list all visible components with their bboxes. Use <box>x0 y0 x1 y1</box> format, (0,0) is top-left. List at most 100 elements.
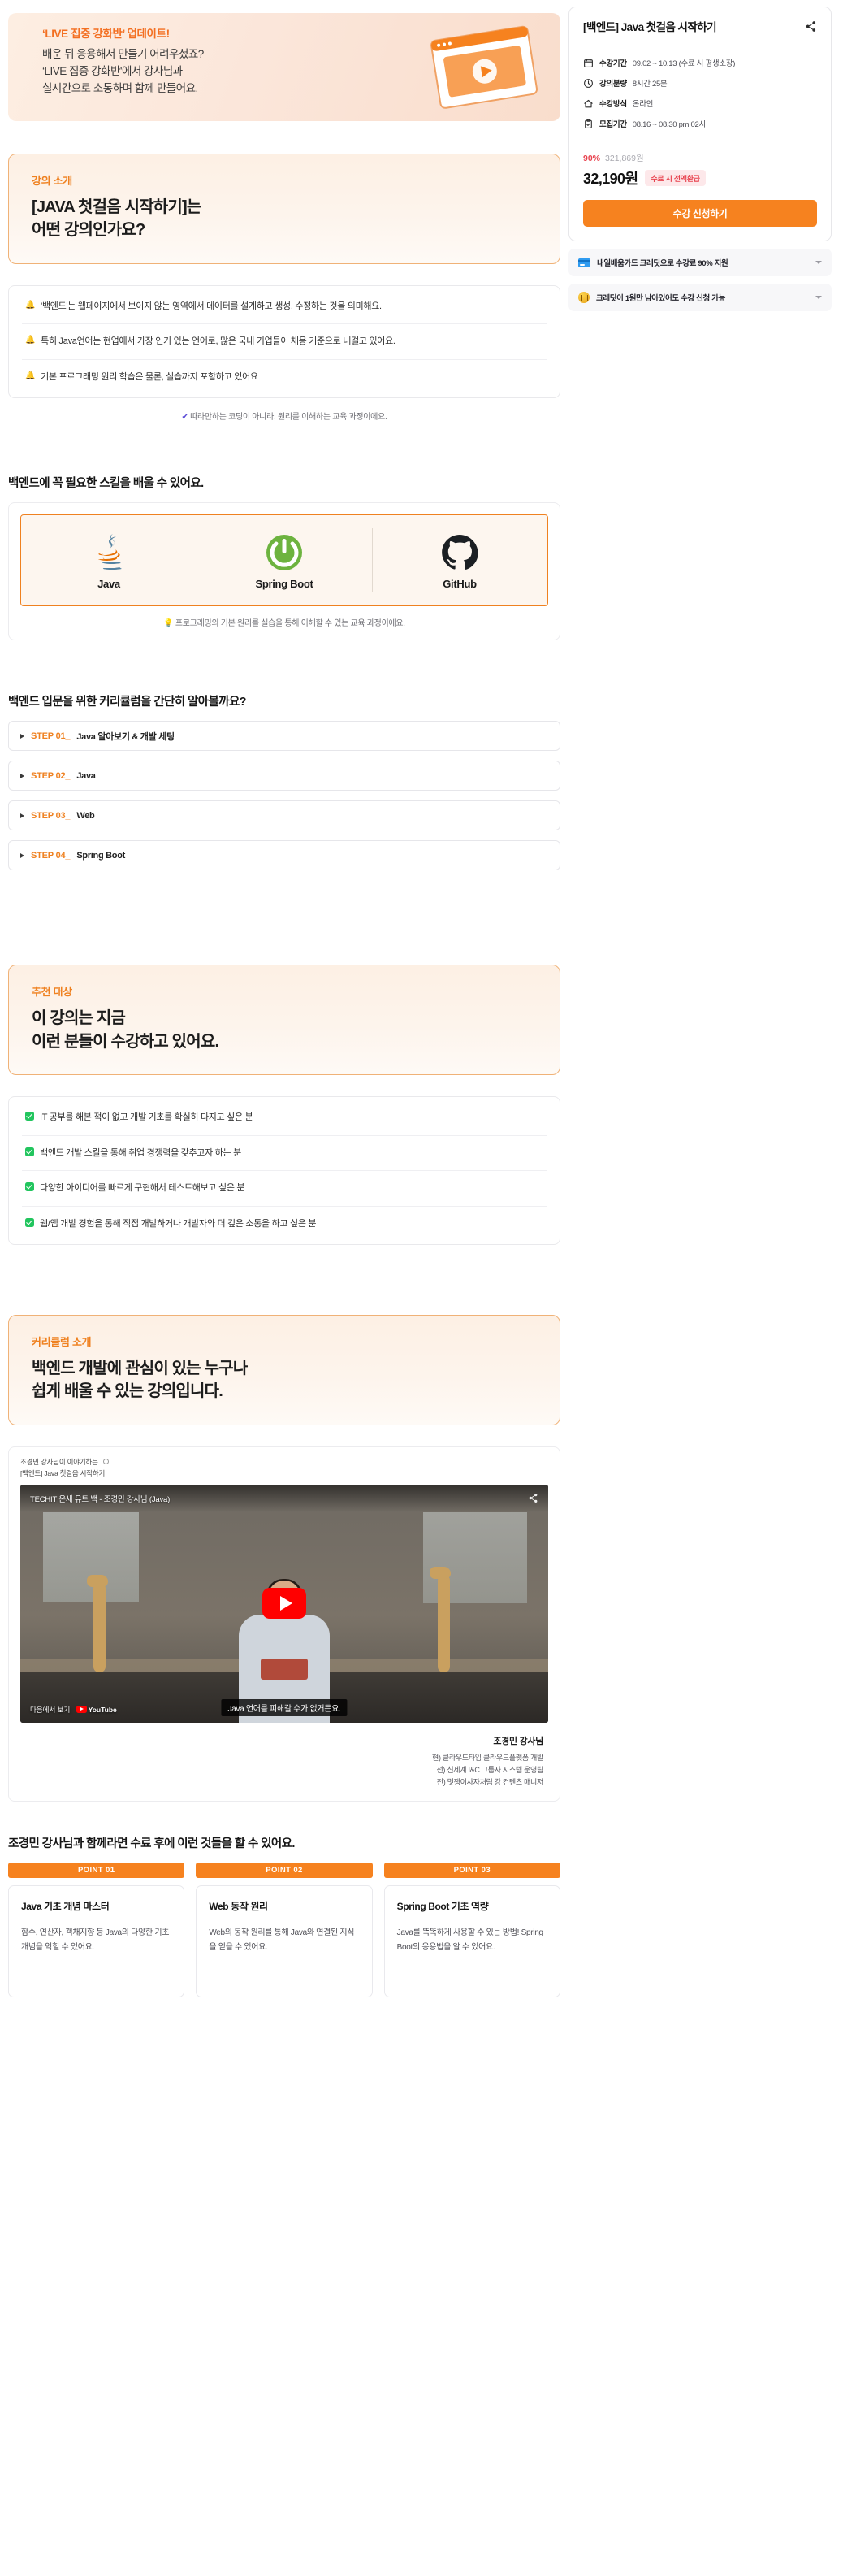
target-audience-header: 추천 대상 이 강의는 지금 이런 분들이 수강하고 있어요. <box>8 965 560 1076</box>
step-label: Java 알아보기 & 개발 세팅 <box>76 731 175 742</box>
share-icon[interactable] <box>528 1493 538 1503</box>
chevron-down-icon[interactable] <box>815 261 822 265</box>
course-summary-header: [백엔드] Java 첫걸음 시작하기 <box>583 20 817 47</box>
check-square-icon <box>25 1147 34 1156</box>
skill-label: Java <box>97 578 120 591</box>
share-icon[interactable] <box>805 20 817 33</box>
watch-on-youtube-link[interactable]: 다음에서 보기: YouTube <box>30 1705 117 1715</box>
list-item: 다양한 아이디어를 빠르게 구현해서 테스트해보고 싶은 분 <box>22 1171 547 1207</box>
course-landing-page: ‘LIVE 집중 강화반’ 업데이트! 배운 뒤 응용해서 만들기 어려우셨죠?… <box>0 0 843 2576</box>
triangle-right-icon <box>20 733 24 739</box>
target-title-line-1: 이 강의는 지금 <box>32 1009 126 1028</box>
info-key: 수강기간 <box>599 59 627 69</box>
video-meta-row: 조경민 강사님이 이야기하는 <box>20 1457 548 1467</box>
skill-item-java: Java <box>21 515 197 605</box>
list-item-label: 백엔드 개발 스킬을 통해 취업 경쟁력을 갖추고자 하는 분 <box>40 1147 241 1158</box>
main-content: ‘LIVE 집중 강화반’ 업데이트! 배운 뒤 응용해서 만들기 어려우셨죠?… <box>0 7 568 1998</box>
skill-label: GitHub <box>443 578 477 591</box>
clock-icon <box>584 78 593 88</box>
bell-icon: 🔔 <box>25 336 36 345</box>
curriculum-step-02[interactable]: STEP 02_ Java <box>8 761 560 791</box>
list-item: IT 공부를 해본 적이 없고 개발 기초를 확실히 다지고 싶은 분 <box>22 1100 547 1136</box>
course-sidebar: [백엔드] Java 첫걸음 시작하기 수강기간 09.02 ~ 10.13 (… <box>568 7 843 312</box>
curriculum-step-03[interactable]: STEP 03_ Web <box>8 800 560 831</box>
benefit-label: 내일배움카드 크레딧으로 수강료 90% 지원 <box>597 259 728 269</box>
point-body: Spring Boot 기초 역량 Java를 똑똑하게 사용할 수 있는 방법… <box>383 1885 560 1998</box>
info-key: 강의분량 <box>599 80 627 89</box>
point-card-02: POINT 02 Web 동작 원리 Web의 동작 원리를 통해 Java와 … <box>196 1863 373 1998</box>
curriculum-step-04[interactable]: STEP 04_ Spring Boot <box>8 840 560 871</box>
intro-title-line-1: [JAVA 첫걸음 시작하기]는 <box>32 198 201 216</box>
info-value: 09.02 ~ 10.13 (수료 시 평생소장) <box>632 59 736 69</box>
point-body: Web 동작 원리 Web의 동작 원리를 통해 Java와 연결된 지식을 얻… <box>196 1885 373 1998</box>
clipboard-icon <box>585 119 592 128</box>
intro-bullet-card: 🔔 '백엔드'는 웹페이지에서 보이지 않는 영역에서 데이터를 설계하고 생성… <box>8 284 560 399</box>
page-title: [백엔드] Java 첫걸음 시작하기 <box>583 21 717 33</box>
curriculum-steps-heading: 백엔드 입문을 위한 커리큘럼을 간단히 알아볼까요? <box>8 696 247 709</box>
benefit-row-coin[interactable]: 크레딧이 1원만 남아있어도 수강 신청 가능 <box>568 284 832 312</box>
point-description: Web의 동작 원리를 통해 Java와 연결된 지식을 얻을 수 있어요. <box>209 1928 355 1952</box>
bell-icon: 🔔 <box>25 300 36 310</box>
points-row: POINT 01 Java 기초 개념 마스터 함수, 연산자, 객채지향 등 … <box>8 1863 560 1998</box>
info-row-format: 수강방식 온라인 <box>583 98 817 109</box>
hero-line-3: 실시간으로 소통하며 함께 만들어요. <box>42 81 198 94</box>
skills-caption: 💡 프로그래밍의 기본 원리를 실습을 통해 이해할 수 있는 교육 과정이에요… <box>20 616 548 628</box>
info-row-duration: 강의분량 8시간 25분 <box>583 77 817 89</box>
check-square-icon <box>25 1182 34 1192</box>
point-card-01: POINT 01 Java 기초 개념 마스터 함수, 연산자, 객채지향 등 … <box>8 1863 185 1998</box>
check-square-icon <box>25 1217 34 1227</box>
enroll-button[interactable]: 수강 신청하기 <box>583 200 817 228</box>
step-number: STEP 01_ <box>31 731 71 741</box>
info-value: 8시간 25분 <box>632 80 668 89</box>
list-item-label: 특히 Java언어는 현업에서 가장 인기 있는 언어로, 많은 국내 기업들이… <box>41 336 396 347</box>
github-logo-icon <box>441 531 478 575</box>
instructor-career-line: 전) 신세계 I&C 그룹사 시스템 운영팀 <box>436 1765 543 1774</box>
point-description: Java를 똑똑하게 사용할 수 있는 방법! Spring Boot의 응용법… <box>396 1928 543 1952</box>
target-audience-card: IT 공부를 해본 적이 없고 개발 기초를 확실히 다지고 싶은 분 백엔드 … <box>8 1096 560 1246</box>
skills-logo-row: Java Spring Boot GitHub <box>20 514 548 607</box>
list-item-label: IT 공부를 해본 적이 없고 개발 기초를 확실히 다지고 싶은 분 <box>40 1112 253 1123</box>
point-card-03: POINT 03 Spring Boot 기초 역량 Java를 똑똑하게 사용… <box>383 1863 560 1998</box>
course-summary-card: [백엔드] Java 첫걸음 시작하기 수강기간 09.02 ~ 10.13 (… <box>568 7 832 242</box>
curriculum-intro-header: 커리큘럼 소개 백엔드 개발에 관심이 있는 누구나 쉽게 배울 수 있는 강의… <box>8 1315 560 1425</box>
step-number: STEP 03_ <box>31 810 71 821</box>
chevron-down-icon[interactable] <box>815 296 822 300</box>
info-key: 모집기간 <box>599 120 627 130</box>
list-item: 🔔 특히 Java언어는 현업에서 가장 인기 있는 언어로, 많은 국내 기업… <box>22 324 547 360</box>
price-block: 90% 321,869원 32,190원 수료 시 전액환급 수강 신청하기 <box>583 141 817 228</box>
hero-banner: ‘LIVE 집중 강화반’ 업데이트! 배운 뒤 응용해서 만들기 어려우셨죠?… <box>8 13 560 121</box>
video-player[interactable]: TECHIT 온새 유트 백 - 조경민 강사님 (Java) 다음에서 보기:… <box>20 1484 548 1723</box>
target-eyebrow: 추천 대상 <box>32 986 72 999</box>
step-number: STEP 04_ <box>31 850 71 861</box>
coin-icon <box>578 292 590 304</box>
intro-caption-text: 따라만하는 코딩이 아니라, 원리를 이해하는 교육 과정이에요. <box>190 413 387 423</box>
point-badge: POINT 02 <box>196 1863 373 1879</box>
curriculum-step-01[interactable]: STEP 01_ Java 알아보기 & 개발 세팅 <box>8 721 560 752</box>
list-item: 🔔 기본 프로그래밍 원리 학습은 물론, 실습까지 포함하고 있어요 <box>22 360 547 395</box>
discount-percent: 90% <box>583 154 601 164</box>
step-label: Web <box>76 810 95 821</box>
skills-card: Java Spring Boot GitHub 💡 프로그래밍의 기본 원리를 … <box>8 502 560 641</box>
bell-icon: 🔔 <box>25 371 36 380</box>
target-title-line-2: 이런 분들이 수강하고 있어요. <box>32 1032 219 1051</box>
java-logo-icon <box>90 531 128 575</box>
play-button[interactable] <box>262 1588 306 1620</box>
video-caption-text: Java 언어를 피해갈 수가 없거든요. <box>221 1698 348 1716</box>
benefit-row-credit-card[interactable]: 내일배움카드 크레딧으로 수강료 90% 지원 <box>568 249 832 277</box>
video-top-bar: TECHIT 온새 유트 백 - 조경민 강사님 (Java) <box>20 1484 548 1512</box>
step-number: STEP 02_ <box>31 770 71 781</box>
page-layout: ‘LIVE 집중 강화반’ 업데이트! 배운 뒤 응용해서 만들기 어려우셨죠?… <box>0 7 843 1998</box>
intro-eyebrow: 강의 소개 <box>32 175 72 187</box>
list-item-label: 웹/앱 개발 경험을 통해 직접 개발하거나 개발자와 더 깊은 소통을 하고 … <box>40 1218 317 1229</box>
video-subtitle-text: [백엔드] Java 첫걸음 시작하기 <box>20 1468 106 1477</box>
check-icon: ✔ <box>181 413 188 423</box>
hero-eyebrow: ‘LIVE 집중 강화반’ 업데이트! <box>42 28 170 40</box>
lightbulb-icon: 💡 <box>163 619 174 629</box>
info-row-period: 수강기간 09.02 ~ 10.13 (수료 시 평생소장) <box>583 57 817 68</box>
original-price-row: 90% 321,869원 <box>583 152 817 164</box>
